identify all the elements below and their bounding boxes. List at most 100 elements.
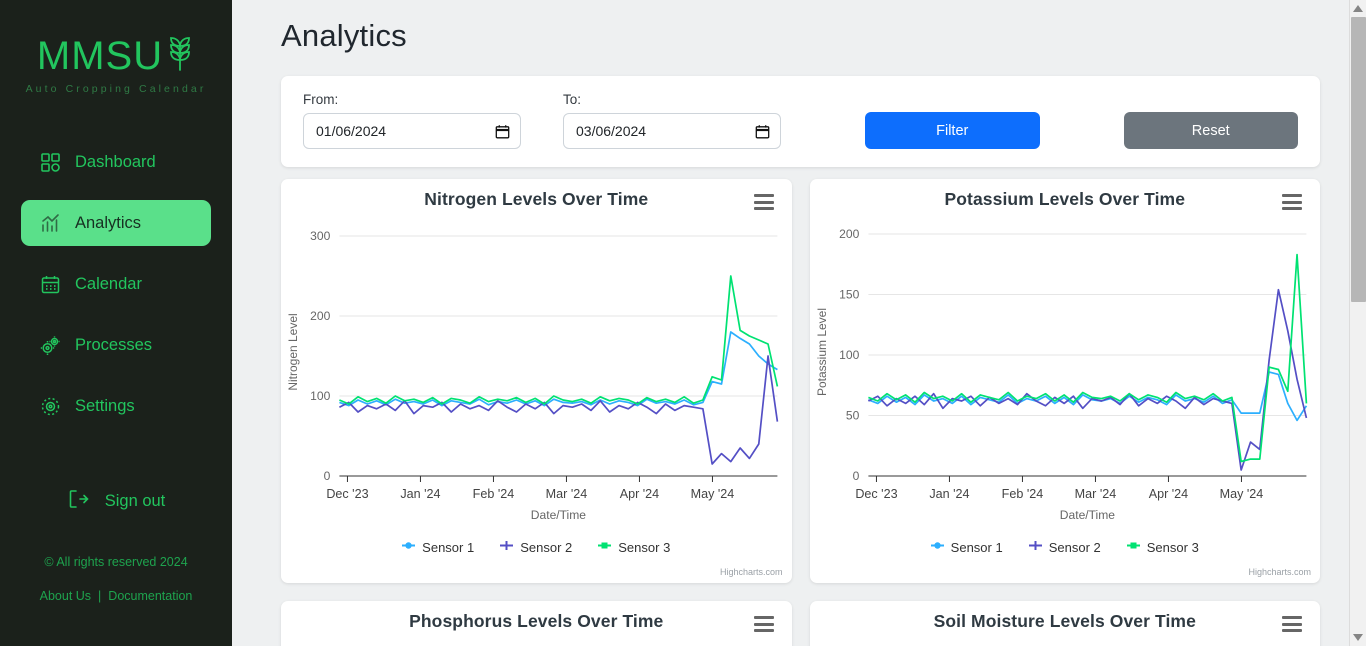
svg-text:0: 0 xyxy=(324,469,331,483)
svg-text:150: 150 xyxy=(839,288,859,302)
scroll-down-arrow-icon[interactable] xyxy=(1353,634,1363,641)
brand-logo: MMSU Auto Cropping Calendar xyxy=(0,33,232,96)
svg-text:100: 100 xyxy=(310,389,330,403)
bar-chart-icon xyxy=(39,212,61,234)
legend-item-sensor-2[interactable]: Sensor 2 xyxy=(1028,539,1101,555)
sidebar-item-dashboard[interactable]: Dashboard xyxy=(21,139,211,185)
sidebar-item-analytics[interactable]: Analytics xyxy=(21,200,211,246)
legend-marker-icon xyxy=(1126,539,1140,555)
gear-target-icon xyxy=(39,395,61,417)
svg-text:May '24: May '24 xyxy=(691,487,735,501)
sidebar-item-calendar[interactable]: Calendar xyxy=(21,261,211,307)
gears-icon xyxy=(39,334,61,356)
to-date-input[interactable]: 03/06/2024 xyxy=(563,113,781,149)
calendar-icon xyxy=(39,273,61,295)
sidebar-links: About Us | Documentation xyxy=(40,589,193,603)
to-date-field: To: 03/06/2024 xyxy=(563,92,781,149)
legend-label: Sensor 2 xyxy=(520,539,573,555)
brand-subtitle: Auto Cropping Calendar xyxy=(25,83,207,95)
sidebar-item-processes[interactable]: Processes xyxy=(21,322,211,368)
svg-text:Jan '24: Jan '24 xyxy=(400,487,440,501)
legend-label: Sensor 2 xyxy=(1048,539,1101,555)
from-label: From: xyxy=(303,92,339,107)
svg-text:Apr '24: Apr '24 xyxy=(1148,487,1187,501)
svg-text:200: 200 xyxy=(839,227,859,241)
calendar-picker-icon[interactable] xyxy=(495,124,510,139)
svg-text:Date/Time: Date/Time xyxy=(531,508,587,522)
sidebar: MMSU Auto Cropping Calendar Dashboard An… xyxy=(0,0,232,646)
page-vertical-scrollbar[interactable] xyxy=(1349,0,1366,646)
sidebar-item-label: Processes xyxy=(75,335,153,354)
sign-out-button[interactable]: Sign out xyxy=(57,482,176,521)
svg-text:Feb '24: Feb '24 xyxy=(1001,487,1043,501)
legend-marker-icon xyxy=(930,539,944,555)
legend-marker-icon xyxy=(500,539,514,555)
from-date-field: From: 01/06/2024 xyxy=(303,92,521,149)
page-title: Analytics xyxy=(281,18,407,53)
svg-text:Apr '24: Apr '24 xyxy=(620,487,659,501)
scrollbar-thumb[interactable] xyxy=(1351,17,1366,302)
hamburger-menu-icon[interactable] xyxy=(753,194,774,210)
copyright-text: © All rights reserved 2024 xyxy=(44,555,188,569)
legend-item-sensor-2[interactable]: Sensor 2 xyxy=(500,539,572,555)
legend-item-sensor-3[interactable]: Sensor 3 xyxy=(598,539,670,555)
chart-title: Phosphorus Levels Over Time xyxy=(409,611,664,631)
legend-label: Sensor 3 xyxy=(618,539,671,555)
svg-text:Mar '24: Mar '24 xyxy=(546,487,588,501)
legend-item-sensor-1[interactable]: Sensor 1 xyxy=(930,539,1003,555)
legend-marker-icon xyxy=(1028,539,1042,555)
svg-text:Mar '24: Mar '24 xyxy=(1074,487,1116,501)
filter-button[interactable]: Filter xyxy=(865,112,1040,149)
from-date-input[interactable]: 01/06/2024 xyxy=(303,113,521,149)
link-separator: | xyxy=(98,589,102,603)
calendar-picker-icon[interactable] xyxy=(755,124,770,139)
legend-marker-icon xyxy=(402,539,416,555)
svg-text:300: 300 xyxy=(310,229,330,243)
sidebar-item-label: Settings xyxy=(75,396,135,415)
sidebar-item-settings[interactable]: Settings xyxy=(21,383,211,429)
to-label: To: xyxy=(563,92,582,107)
highcharts-credit[interactable]: Highcharts.com xyxy=(1248,567,1311,577)
legend-item-sensor-3[interactable]: Sensor 3 xyxy=(1126,539,1199,555)
highcharts-credit[interactable]: Highcharts.com xyxy=(720,567,783,577)
to-date-value: 03/06/2024 xyxy=(576,123,647,139)
svg-text:200: 200 xyxy=(310,309,330,323)
chart-title: Potassium Levels Over Time xyxy=(944,189,1186,209)
logout-icon xyxy=(67,488,89,515)
svg-text:Jan '24: Jan '24 xyxy=(929,487,969,501)
from-date-value: 01/06/2024 xyxy=(316,123,387,139)
svg-text:Feb '24: Feb '24 xyxy=(473,487,515,501)
legend-label: Sensor 1 xyxy=(422,539,475,555)
chart-card-nitrogen: Nitrogen Levels Over Time 0 100 200 300 Dec '… xyxy=(281,179,792,583)
about-us-link[interactable]: About Us xyxy=(40,589,91,603)
svg-text:100: 100 xyxy=(839,348,859,362)
svg-text:Nitrogen Level: Nitrogen Level xyxy=(286,313,300,390)
wheat-leaf-icon xyxy=(165,34,195,77)
sign-out-label: Sign out xyxy=(104,492,166,510)
hamburger-menu-icon[interactable] xyxy=(753,616,774,632)
grid-icon xyxy=(39,151,61,173)
scroll-up-arrow-icon[interactable] xyxy=(1353,5,1363,12)
documentation-link[interactable]: Documentation xyxy=(108,589,192,603)
chart-card-potassium: Potassium Levels Over Time 0 50 100 150 200 De… xyxy=(809,179,1320,583)
legend-label: Sensor 1 xyxy=(950,539,1003,555)
svg-text:Date/Time: Date/Time xyxy=(1059,508,1115,522)
svg-text:Potassium Level: Potassium Level xyxy=(815,308,829,396)
hamburger-menu-icon[interactable] xyxy=(1282,194,1302,210)
svg-text:50: 50 xyxy=(845,409,859,423)
sidebar-item-label: Dashboard xyxy=(75,152,156,171)
legend-marker-icon xyxy=(598,539,612,555)
legend-label: Sensor 3 xyxy=(1146,539,1199,555)
sidebar-item-label: Calendar xyxy=(75,274,142,293)
sidebar-item-label: Analytics xyxy=(75,213,142,232)
svg-text:Dec '23: Dec '23 xyxy=(855,487,897,501)
charts-grid: Nitrogen Levels Over Time 0 100 200 300 Dec '… xyxy=(281,179,1320,646)
chart-card-soil: Soil Moisture Levels Over Time0255075100… xyxy=(809,601,1320,646)
reset-button[interactable]: Reset xyxy=(1123,112,1298,149)
legend-item-sensor-1[interactable]: Sensor 1 xyxy=(402,539,474,555)
svg-text:0: 0 xyxy=(852,469,859,483)
hamburger-menu-icon[interactable] xyxy=(1282,616,1302,632)
chart-card-phosphorus: Phosphorus Levels Over Time0100200300Dec… xyxy=(281,601,792,646)
brand-name: MMSU xyxy=(36,33,164,78)
svg-text:May '24: May '24 xyxy=(1219,487,1263,501)
